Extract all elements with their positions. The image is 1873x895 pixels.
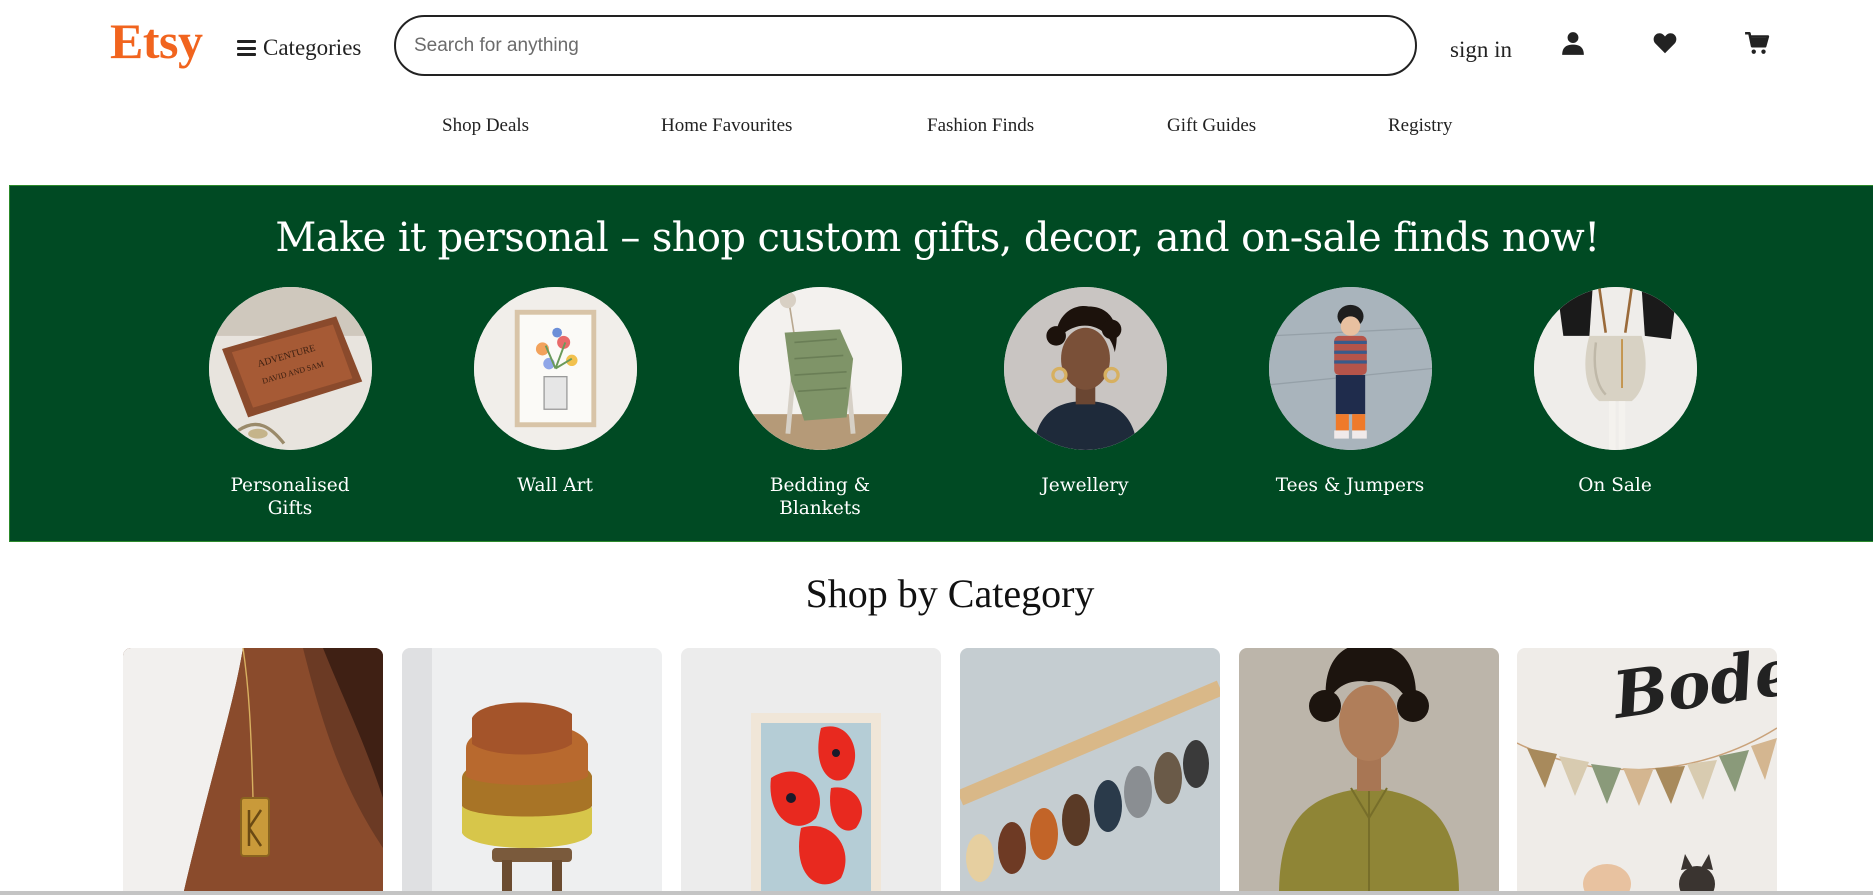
category-card-knitwear[interactable]	[402, 648, 662, 895]
on-sale-image	[1533, 287, 1697, 450]
banner-item-bedding-blankets[interactable]: Bedding & Blankets	[720, 287, 920, 520]
nav-registry[interactable]: Registry	[1388, 115, 1452, 137]
hamburger-icon	[237, 40, 256, 56]
keychains-image	[960, 648, 1220, 895]
nav-gift-guides[interactable]: Gift Guides	[1167, 115, 1256, 137]
tees-jumpers-image	[1268, 287, 1432, 450]
heart-icon[interactable]	[1652, 30, 1678, 56]
user-icon[interactable]	[1560, 30, 1586, 56]
banner-item-wall-art[interactable]: Wall Art	[455, 287, 655, 497]
banner-item-personalised-gifts[interactable]: ADVENTURE DAVID AND SAM Personalised Gif…	[190, 287, 390, 520]
banner-item-label: Tees & Jumpers	[1275, 475, 1425, 496]
banner-item-label: On Sale	[1578, 475, 1652, 496]
promo-banner: Make it personal – shop custom gifts, de…	[9, 185, 1873, 542]
categories-button[interactable]: Categories	[237, 35, 361, 61]
category-card-name-sign[interactable]: Bode	[1517, 648, 1777, 895]
bedding-blankets-image	[738, 287, 902, 450]
necklace-image	[123, 648, 383, 895]
nav-shop-deals[interactable]: Shop Deals	[442, 115, 529, 137]
banner-item-label: Personalised Gifts	[230, 475, 350, 519]
category-card-poppy-art[interactable]	[681, 648, 941, 895]
nav-home-favourites[interactable]: Home Favourites	[661, 115, 792, 137]
nav-fashion-finds[interactable]: Fashion Finds	[927, 115, 1034, 137]
wall-art-image	[473, 287, 637, 450]
category-card-necklace[interactable]	[123, 648, 383, 895]
banner-item-on-sale[interactable]: On Sale	[1515, 287, 1715, 497]
horizontal-scrollbar[interactable]	[0, 891, 1873, 895]
banner-title: Make it personal – shop custom gifts, de…	[275, 215, 1600, 261]
personalised-gifts-image: ADVENTURE DAVID AND SAM	[208, 287, 372, 450]
search-bar	[394, 15, 1417, 76]
jewellery-image	[1003, 287, 1167, 450]
banner-item-label: Bedding & Blankets	[769, 475, 871, 519]
linen-shirt-image	[1239, 648, 1499, 895]
sign-in-link[interactable]: sign in	[1450, 37, 1512, 63]
shop-by-category-title: Shop by Category	[805, 571, 1095, 616]
search-input[interactable]	[396, 17, 1415, 74]
banner-item-label: Jewellery	[1041, 475, 1129, 496]
site-header: Etsy Categories sign in	[0, 0, 1873, 92]
main-nav: Shop Deals Home Favourites Fashion Finds…	[0, 115, 1873, 145]
banner-item-tees-jumpers[interactable]: Tees & Jumpers	[1250, 287, 1450, 497]
poppy-art-image	[681, 648, 941, 895]
banner-item-label: Wall Art	[517, 475, 593, 496]
banner-item-jewellery[interactable]: Jewellery	[985, 287, 1185, 497]
categories-label: Categories	[263, 35, 362, 60]
knitwear-image	[402, 648, 662, 895]
category-card-linen-shirt[interactable]	[1239, 648, 1499, 895]
etsy-logo[interactable]: Etsy	[110, 12, 203, 70]
category-card-keychains[interactable]	[960, 648, 1220, 895]
name-sign-image: Bode	[1517, 648, 1777, 895]
cart-icon[interactable]	[1744, 30, 1770, 56]
